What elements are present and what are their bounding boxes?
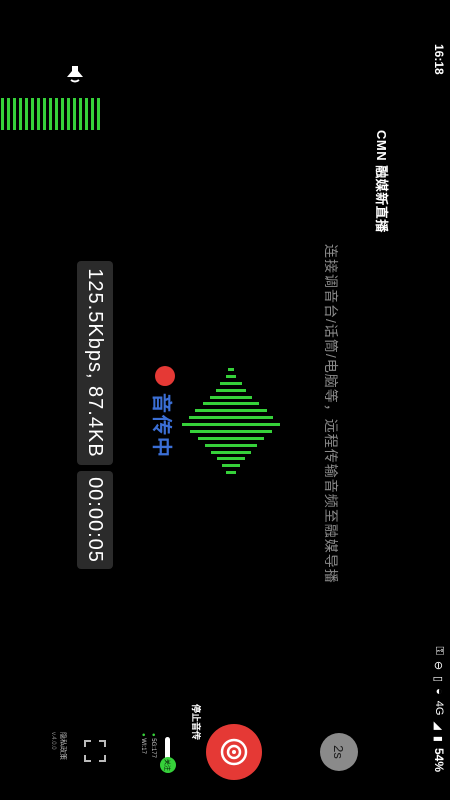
network-5g-value: 5G:177 bbox=[150, 738, 156, 758]
level-meter-bar bbox=[91, 98, 94, 130]
fullscreen-icon[interactable] bbox=[82, 738, 108, 764]
elapsed-time-display: 00:00:05 bbox=[77, 471, 113, 569]
level-meter-bar bbox=[1, 98, 4, 130]
level-meter-bar bbox=[73, 98, 76, 130]
status-time: 16:18 bbox=[432, 44, 446, 75]
no-disturb-icon: ⊖ bbox=[432, 660, 445, 671]
network-5g-line: ● 5G:177 bbox=[150, 733, 156, 758]
waveform-bar bbox=[220, 381, 242, 385]
level-meter-bar bbox=[25, 98, 28, 130]
waveform-bar bbox=[190, 429, 272, 433]
level-meter-bar bbox=[19, 98, 22, 130]
stop-transmission-button[interactable] bbox=[206, 724, 262, 780]
waveform-bar bbox=[222, 464, 240, 468]
wifi-icon: ◒ bbox=[433, 688, 445, 695]
level-meter-bar bbox=[49, 98, 52, 130]
version-label: v.4.0.0 bbox=[50, 732, 56, 750]
audio-level-meter bbox=[0, 98, 100, 130]
level-meter-bar bbox=[55, 98, 58, 130]
waveform-bar bbox=[203, 402, 259, 406]
level-meter-bar bbox=[37, 98, 40, 130]
battery-icon: ▮ bbox=[432, 735, 445, 742]
bitrate-size-display: 125.5Kbps, 87.4KB bbox=[77, 261, 113, 465]
level-meter-bar bbox=[97, 98, 100, 130]
waveform-bar bbox=[182, 423, 280, 426]
level-meter-bar bbox=[7, 98, 10, 130]
level-meter-bar bbox=[67, 98, 70, 130]
level-meter-bar bbox=[31, 98, 34, 130]
vibrate-icon: ▯ bbox=[432, 676, 445, 683]
battery-percent: 54% bbox=[432, 747, 446, 772]
waveform-bar bbox=[226, 471, 236, 475]
page-title: CMN 融媒新直播 bbox=[374, 130, 389, 233]
audio-waveform bbox=[182, 368, 280, 478]
waveform-bar bbox=[205, 443, 257, 447]
recording-dot bbox=[155, 366, 175, 386]
waveform-bar bbox=[210, 395, 252, 399]
status-dot-icon: ● bbox=[140, 733, 146, 737]
waveform-bar bbox=[211, 450, 251, 454]
network-status-panel: 关注 ● 5G:177 ● WI:17 bbox=[136, 733, 176, 773]
waveform-bar bbox=[226, 374, 236, 378]
network-slider-knob[interactable]: 关注 bbox=[160, 757, 176, 773]
waveform-bar bbox=[189, 416, 273, 420]
delay-button[interactable]: 2s bbox=[320, 733, 358, 771]
broadcast-icon bbox=[220, 738, 248, 766]
speaker-icon bbox=[67, 66, 83, 83]
waveform-bar bbox=[198, 436, 264, 440]
level-meter-bar bbox=[61, 98, 64, 130]
level-meter-bar bbox=[13, 98, 16, 130]
key-icon: ⚿ bbox=[433, 646, 446, 655]
instruction-text: 连接调音台/话筒/电脑等，远程传输音频至融媒导播 bbox=[323, 244, 339, 584]
status-icons: ⚿ ⊖ ▯ ◒ 4G ◢ ▮ 54% bbox=[432, 646, 446, 772]
level-meter-bar bbox=[79, 98, 82, 130]
footer-info: 隐私政策 v.4.0.0 bbox=[38, 732, 68, 792]
network-wifi-value: WI:17 bbox=[140, 738, 146, 754]
app-screen: 16:18 ⚿ ⊖ ▯ ◒ 4G ◢ ▮ 54% CMN 融媒新直播 连接调音台… bbox=[0, 0, 450, 800]
waveform-bar bbox=[195, 409, 267, 413]
recording-status: 音传中 bbox=[150, 393, 172, 459]
status-dot-icon: ● bbox=[150, 733, 156, 737]
signal-icon: ◢ bbox=[432, 721, 445, 730]
waveform-bar bbox=[216, 388, 246, 392]
level-meter-bar bbox=[43, 98, 46, 130]
network-type: 4G bbox=[433, 700, 445, 716]
stop-transmission-label: 停止音传 bbox=[191, 704, 201, 741]
waveform-bar bbox=[217, 457, 245, 461]
status-bar: 16:18 ⚿ ⊖ ▯ ◒ 4G ◢ ▮ 54% bbox=[424, 0, 450, 800]
network-wifi-line: ● WI:17 bbox=[140, 733, 146, 754]
level-meter-bar bbox=[85, 98, 88, 130]
privacy-policy-link[interactable]: 隐私政策 bbox=[58, 732, 68, 760]
waveform-bar bbox=[228, 368, 234, 371]
